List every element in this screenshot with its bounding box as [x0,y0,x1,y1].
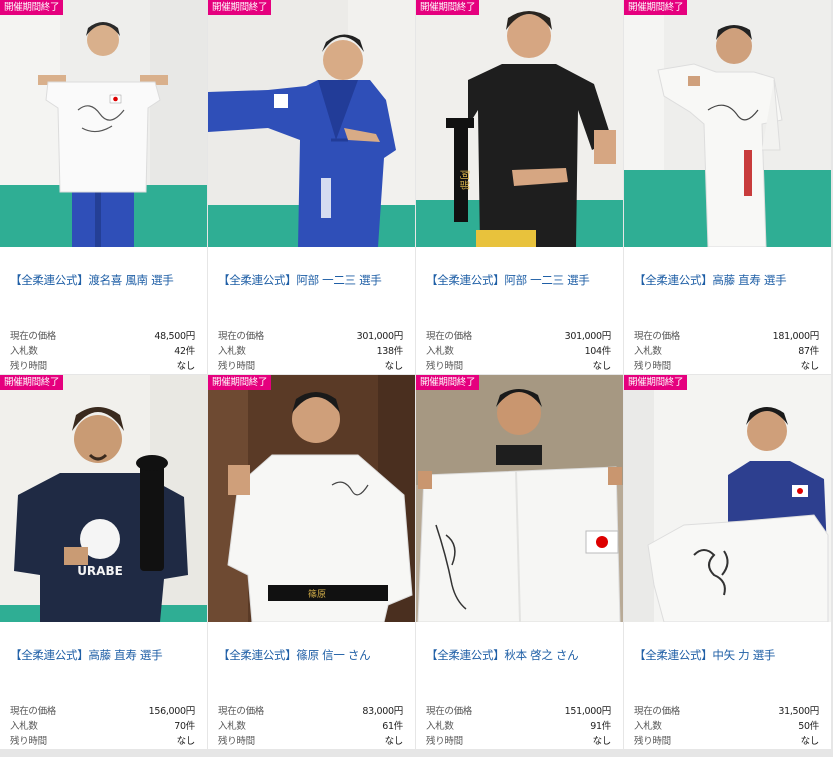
bids-value: 50件 [798,721,819,732]
auction-card[interactable]: 開催期間終了 【全柔連公式】中矢 力 選手 現在の価格 31,500円 入札数 50… [624,375,831,749]
item-photo[interactable]: 篠原 開催期間終了 [208,375,415,622]
item-meta: 現在の価格 31,500円 入札数 50件 残り時間 なし [634,704,819,749]
bids-label: 入札数 [426,346,454,357]
auction-card[interactable]: 開催期間終了 【全柔連公式】高藤 直寿 選手 現在の価格 181,000円 入札数… [624,0,831,374]
price-label: 現在の価格 [10,706,57,717]
auction-card[interactable]: 篠原 開催期間終了 【全柔連公式】篠原 信一 さん 現在の価格 83,000円 入… [208,375,415,749]
item-title-link[interactable]: 【全柔連公式】渡名喜 風南 選手 [10,273,203,287]
bids-value: 42件 [174,346,195,357]
bids-label: 入札数 [10,346,38,357]
price-label: 現在の価格 [426,331,473,342]
time-left-value: なし [800,361,820,372]
item-photo[interactable]: 開催期間終了 [624,0,831,247]
bids-value: 61件 [382,721,403,732]
bids-value: 91件 [590,721,611,732]
item-photo[interactable]: 開催期間終了 [208,0,415,247]
item-meta: 現在の価格 301,000円 入札数 138件 残り時間 なし [218,329,403,374]
item-title-link[interactable]: 【全柔連公式】中矢 力 選手 [634,648,827,662]
price-value: 31,500円 [778,706,819,717]
time-left-value: なし [176,361,196,372]
item-meta: 現在の価格 83,000円 入札数 61件 残り時間 なし [218,704,403,749]
svg-text:阿部: 阿部 [458,170,471,190]
bids-label: 入札数 [10,721,38,732]
auction-card[interactable]: 開催期間終了 【全柔連公式】渡名喜 風南 選手 現在の価格 48,500円 入札数… [0,0,207,374]
time-left-label: 残り時間 [218,736,255,747]
item-photo[interactable]: 開催期間終了 [416,375,623,622]
price-value: 156,000円 [148,706,196,717]
ended-badge: 開催期間終了 [208,0,272,15]
item-photo[interactable]: 開催期間終了 [624,375,831,622]
price-label: 現在の価格 [218,706,265,717]
item-title-link[interactable]: 【全柔連公式】高藤 直寿 選手 [10,648,203,662]
bids-label: 入札数 [426,721,454,732]
bids-value: 104件 [584,346,612,357]
bids-value: 70件 [174,721,195,732]
time-left-label: 残り時間 [426,736,463,747]
time-left-label: 残り時間 [634,361,671,372]
price-value: 181,000円 [772,331,820,342]
item-title-link[interactable]: 【全柔連公式】阿部 一二三 選手 [426,273,619,287]
ended-badge: 開催期間終了 [624,375,688,390]
auction-listing-grid: 開催期間終了 【全柔連公式】渡名喜 風南 選手 現在の価格 48,500円 入札数… [0,0,833,757]
bids-label: 入札数 [218,721,246,732]
item-title-link[interactable]: 【全柔連公式】高藤 直寿 選手 [634,273,827,287]
bids-label: 入札数 [218,346,246,357]
auction-card[interactable]: URABE 開催期間終了 【全柔連公式】高藤 直寿 選手 現在の価格 156,00… [0,375,207,749]
ended-badge: 開催期間終了 [0,0,64,15]
price-value: 301,000円 [356,331,404,342]
price-value: 151,000円 [564,706,612,717]
time-left-value: なし [176,736,196,747]
price-label: 現在の価格 [10,331,57,342]
item-photo[interactable]: URABE 開催期間終了 [0,375,207,622]
time-left-value: なし [800,736,820,747]
ended-badge: 開催期間終了 [0,375,64,390]
item-meta: 現在の価格 151,000円 入札数 91件 残り時間 なし [426,704,611,749]
bids-value: 87件 [798,346,819,357]
auction-card[interactable]: 開催期間終了 【全柔連公式】阿部 一二三 選手 現在の価格 301,000円 入札… [208,0,415,374]
price-value: 48,500円 [154,331,195,342]
ended-badge: 開催期間終了 [208,375,272,390]
price-label: 現在の価格 [218,331,265,342]
bids-label: 入札数 [634,721,662,732]
price-label: 現在の価格 [634,331,681,342]
ended-badge: 開催期間終了 [416,0,480,15]
item-title-link[interactable]: 【全柔連公式】阿部 一二三 選手 [218,273,411,287]
price-value: 83,000円 [362,706,403,717]
time-left-label: 残り時間 [426,361,463,372]
price-value: 301,000円 [564,331,612,342]
item-photo[interactable]: 阿部 開催期間終了 [416,0,623,247]
item-title-link[interactable]: 【全柔連公式】篠原 信一 さん [218,648,411,662]
svg-text:URABE: URABE [77,564,123,578]
ended-badge: 開催期間終了 [416,375,480,390]
item-photo[interactable]: 開催期間終了 [0,0,207,247]
auction-card[interactable]: 開催期間終了 【全柔連公式】秋本 啓之 さん 現在の価格 151,000円 入札数… [416,375,623,749]
price-label: 現在の価格 [426,706,473,717]
item-meta: 現在の価格 301,000円 入札数 104件 残り時間 なし [426,329,611,374]
svg-text:篠原: 篠原 [308,588,326,600]
time-left-value: なし [592,361,612,372]
time-left-label: 残り時間 [10,361,47,372]
item-meta: 現在の価格 48,500円 入札数 42件 残り時間 なし [10,329,195,374]
time-left-value: なし [592,736,612,747]
auction-card[interactable]: 阿部 開催期間終了 【全柔連公式】阿部 一二三 選手 現在の価格 301,000円… [416,0,623,374]
bids-label: 入札数 [634,346,662,357]
time-left-label: 残り時間 [10,736,47,747]
item-title-link[interactable]: 【全柔連公式】秋本 啓之 さん [426,648,619,662]
time-left-value: なし [384,736,404,747]
item-meta: 現在の価格 156,000円 入札数 70件 残り時間 なし [10,704,195,749]
item-meta: 現在の価格 181,000円 入札数 87件 残り時間 なし [634,329,819,374]
time-left-value: なし [384,361,404,372]
time-left-label: 残り時間 [218,361,255,372]
bids-value: 138件 [376,346,404,357]
ended-badge: 開催期間終了 [624,0,688,15]
price-label: 現在の価格 [634,706,681,717]
time-left-label: 残り時間 [634,736,671,747]
